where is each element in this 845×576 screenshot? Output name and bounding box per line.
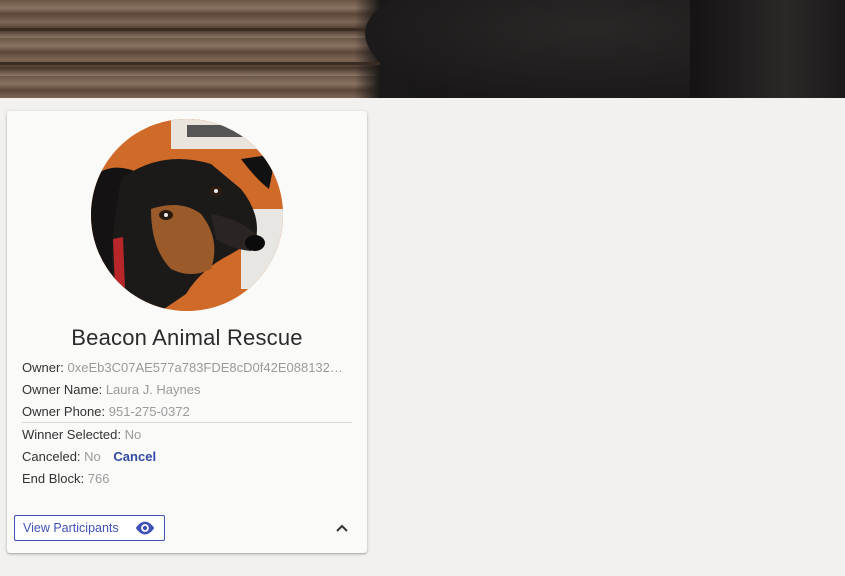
owner-row: Owner: 0xeEb3C07AE577a783FDE8cD0f42E0881… — [22, 360, 348, 375]
divider — [22, 422, 352, 423]
canceled-row: Canceled: No Cancel — [22, 449, 156, 464]
end-block-row: End Block: 766 — [22, 471, 109, 486]
winner-selected-label: Winner Selected: — [22, 427, 121, 442]
owner-label: Owner: — [22, 360, 64, 375]
eye-icon — [134, 520, 156, 539]
view-participants-label: View Participants — [23, 521, 119, 535]
header-banner-image — [0, 0, 845, 98]
winner-selected-row: Winner Selected: No — [22, 427, 141, 442]
fundraiser-card: Beacon Animal Rescue Owner: 0xeEb3C07AE5… — [7, 111, 367, 553]
canceled-label: Canceled: — [22, 449, 81, 464]
end-block-label: End Block: — [22, 471, 85, 486]
owner-phone-row: Owner Phone: 951-275-0372 — [22, 404, 190, 419]
owner-phone-value: 951-275-0372 — [108, 404, 190, 419]
owner-name-row: Owner Name: Laura J. Haynes — [22, 382, 201, 397]
owner-name-label: Owner Name: — [22, 382, 103, 397]
owner-name-value: Laura J. Haynes — [105, 382, 201, 397]
chevron-up-icon[interactable] — [334, 521, 350, 535]
cancel-link[interactable]: Cancel — [113, 449, 156, 464]
end-block-value: 766 — [87, 471, 110, 486]
view-participants-button[interactable]: View Participants — [14, 515, 165, 541]
fundraiser-title: Beacon Animal Rescue — [71, 325, 303, 350]
owner-address: 0xeEb3C07AE577a783FDE8cD0f42E0881329... — [67, 360, 348, 375]
dog-avatar-image — [91, 119, 283, 311]
owner-phone-label: Owner Phone: — [22, 404, 106, 419]
winner-selected-value: No — [124, 427, 142, 442]
canceled-value: No — [84, 449, 101, 464]
